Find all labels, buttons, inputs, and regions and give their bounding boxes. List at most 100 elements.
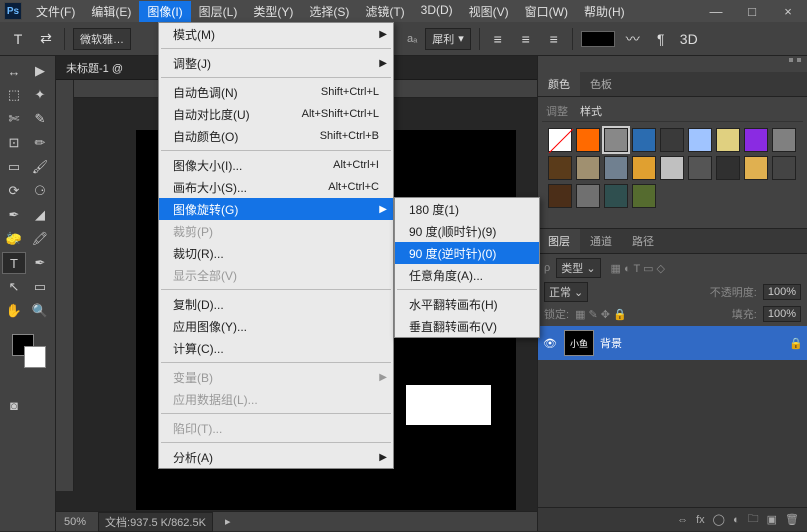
tool-19[interactable]: ▭ [28, 276, 52, 298]
layer-name[interactable]: 背景 [600, 335, 622, 351]
mask-icon[interactable]: ◯ [713, 513, 725, 526]
adjustment-icon[interactable]: ◐ [733, 514, 740, 526]
antialias-dropdown[interactable]: 犀利▾ [425, 28, 471, 50]
visibility-toggle-icon[interactable]: 👁 [542, 337, 558, 350]
style-swatch[interactable] [576, 184, 600, 208]
menu-10[interactable]: 帮助(H) [576, 1, 633, 22]
tab-swatches[interactable]: 色板 [580, 72, 622, 96]
menu-0[interactable]: 文件(F) [28, 1, 83, 22]
tool-13[interactable]: ◢ [28, 204, 52, 226]
menu-7[interactable]: 3D(D) [413, 1, 461, 22]
layer-filter-dropdown[interactable]: 类型 ⌄ [556, 258, 600, 278]
tool-5[interactable]: ✎ [28, 108, 52, 130]
tool-0[interactable]: ↔ [2, 60, 26, 82]
subtab-adjust[interactable]: 调整 [546, 103, 568, 119]
tool-12[interactable]: ✒ [2, 204, 26, 226]
menu-item[interactable]: 垂直翻转画布(V) [395, 315, 539, 337]
menu-item[interactable]: 调整(J)▶ [159, 52, 393, 74]
tab-layers[interactable]: 图层 [538, 229, 580, 253]
menu-item[interactable]: 裁切(R)... [159, 242, 393, 264]
menu-item[interactable]: 模式(M)▶ [159, 23, 393, 45]
new-layer-icon[interactable]: ▣ [767, 513, 777, 526]
style-swatch[interactable] [744, 128, 768, 152]
align-center-icon[interactable]: ≡ [516, 29, 536, 49]
opacity-input[interactable]: 100% [763, 284, 801, 300]
blend-mode-dropdown[interactable]: 正常 ⌄ [544, 282, 588, 302]
menu-item[interactable]: 分析(A)▶ [159, 446, 393, 468]
menu-item[interactable]: 图像旋转(G)▶ [159, 198, 393, 220]
style-swatch[interactable] [772, 156, 796, 180]
style-swatch[interactable] [548, 128, 572, 152]
tool-21[interactable]: 🔍 [28, 300, 52, 322]
menu-item[interactable]: 自动对比度(U)Alt+Shift+Ctrl+L [159, 103, 393, 125]
style-swatch[interactable] [632, 128, 656, 152]
3d-icon[interactable]: 3D [679, 29, 699, 49]
folder-icon[interactable]: 🗀 [748, 510, 759, 529]
tool-20[interactable]: ✋ [2, 300, 26, 322]
style-swatch[interactable] [604, 184, 628, 208]
tool-9[interactable]: 🖌 [28, 156, 52, 178]
menu-item[interactable]: 应用图像(Y)... [159, 315, 393, 337]
fill-input[interactable]: 100% [763, 306, 801, 322]
menu-4[interactable]: 类型(Y) [245, 1, 301, 22]
tool-4[interactable]: ✄ [2, 108, 26, 130]
tool-6[interactable]: ⊡ [2, 132, 26, 154]
tool-14[interactable]: 🧽 [2, 228, 26, 250]
style-swatch[interactable] [604, 156, 628, 180]
style-swatch[interactable] [548, 156, 572, 180]
zoom-level[interactable]: 50% [64, 516, 86, 528]
subtab-styles[interactable]: 样式 [580, 103, 602, 119]
layer-thumbnail[interactable]: 小鱼 [564, 330, 594, 356]
fx-icon[interactable]: fx [696, 514, 705, 526]
tool-7[interactable]: ✏ [28, 132, 52, 154]
char-panel-icon[interactable]: ¶ [651, 29, 671, 49]
menu-5[interactable]: 选择(S) [301, 1, 357, 22]
maximize-button[interactable]: □ [737, 3, 767, 19]
layer-row[interactable]: 👁 小鱼 背景 🔒 [538, 326, 807, 360]
font-dropdown[interactable]: 微软雅… [73, 28, 131, 50]
tool-2[interactable]: ⬚ [2, 84, 26, 106]
menu-item[interactable]: 自动颜色(O)Shift+Ctrl+B [159, 125, 393, 147]
align-right-icon[interactable]: ≡ [544, 29, 564, 49]
tool-8[interactable]: ▭ [2, 156, 26, 178]
style-swatch[interactable] [688, 128, 712, 152]
tool-16[interactable]: T [2, 252, 26, 274]
tool-18[interactable]: ↖ [2, 276, 26, 298]
minimize-button[interactable]: — [701, 3, 731, 19]
style-swatch[interactable] [716, 156, 740, 180]
tool-10[interactable]: ⟳ [2, 180, 26, 202]
style-swatch[interactable] [744, 156, 768, 180]
tool-3[interactable]: ✦ [28, 84, 52, 106]
menu-item[interactable]: 复制(D)... [159, 293, 393, 315]
style-swatch[interactable] [548, 184, 572, 208]
trash-icon[interactable]: 🗑 [785, 513, 799, 526]
menu-item[interactable]: 图像大小(I)...Alt+Ctrl+I [159, 154, 393, 176]
style-swatch[interactable] [772, 128, 796, 152]
style-swatch[interactable] [632, 184, 656, 208]
menu-item[interactable]: 计算(C)... [159, 337, 393, 359]
tool-1[interactable]: ▶ [28, 60, 52, 82]
align-left-icon[interactable]: ≡ [488, 29, 508, 49]
menu-item[interactable]: 水平翻转画布(H) [395, 293, 539, 315]
close-button[interactable]: × [773, 3, 803, 19]
menu-item[interactable]: 自动色调(N)Shift+Ctrl+L [159, 81, 393, 103]
link-layers-icon[interactable]: ⇔ [677, 514, 688, 526]
tool-11[interactable]: ⚆ [28, 180, 52, 202]
menu-item[interactable]: 任意角度(A)... [395, 264, 539, 286]
style-swatch[interactable] [604, 128, 628, 152]
menu-1[interactable]: 编辑(E) [83, 1, 139, 22]
text-color-swatch[interactable] [581, 31, 615, 47]
style-swatch[interactable] [660, 156, 684, 180]
tool-15[interactable]: 🖍 [28, 228, 52, 250]
background-swatch[interactable] [24, 346, 46, 368]
menu-8[interactable]: 视图(V) [461, 1, 517, 22]
menu-item[interactable]: 画布大小(S)...Alt+Ctrl+C [159, 176, 393, 198]
menu-3[interactable]: 图层(L) [191, 1, 246, 22]
style-swatch[interactable] [688, 156, 712, 180]
style-swatch[interactable] [632, 156, 656, 180]
menu-item[interactable]: 90 度(顺时针)(9) [395, 220, 539, 242]
style-swatch[interactable] [716, 128, 740, 152]
tool-17[interactable]: ✒ [28, 252, 52, 274]
style-swatch[interactable] [576, 156, 600, 180]
menu-6[interactable]: 滤镜(T) [357, 1, 412, 22]
